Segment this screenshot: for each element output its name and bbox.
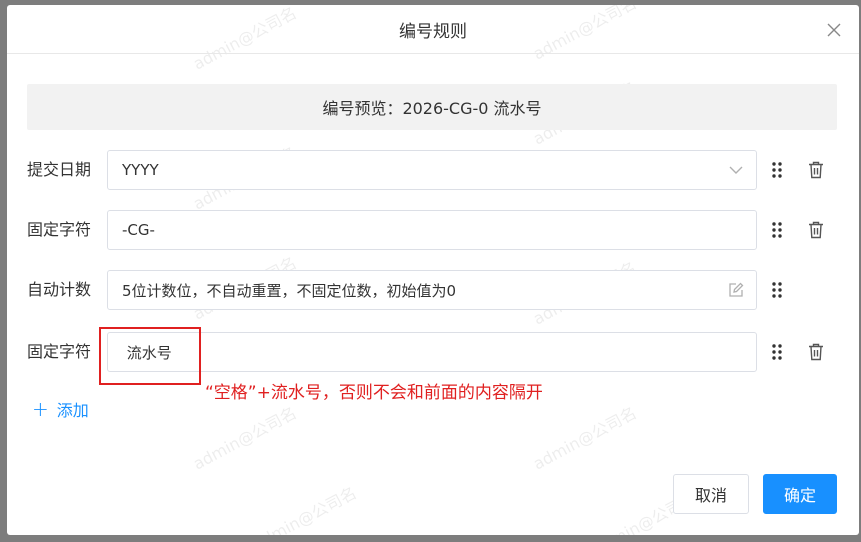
rule-label: 固定字符 (27, 220, 92, 239)
input-value: 流水号 (122, 343, 172, 362)
date-format-select[interactable]: YYYY (107, 150, 757, 190)
rule-row-fixed-char: 固定字符 -CG- (7, 210, 859, 250)
watermark: admin@公司名 (249, 483, 360, 535)
numbering-rule-dialog: admin@公司名 admin@公司名 admin@公司名 admin@公司名 … (7, 5, 859, 535)
rule-row-auto-count: 自动计数 5位计数位，不自动重置，不固定位数，初始值为0 (7, 270, 859, 310)
edit-icon[interactable] (716, 271, 756, 309)
watermark: admin@公司名 (189, 403, 300, 474)
field-value: 5位计数位，不自动重置，不固定位数，初始值为0 (122, 281, 457, 300)
drag-handle-icon[interactable] (767, 160, 787, 180)
plus-icon: + (32, 397, 49, 421)
rule-label: 固定字符 (27, 342, 92, 361)
add-rule-button[interactable]: + 添加 (32, 397, 89, 421)
cancel-button[interactable]: 取消 (673, 474, 749, 514)
delete-icon[interactable] (806, 220, 826, 240)
drag-handle-icon[interactable] (767, 342, 787, 362)
rule-row-submit-date: 提交日期 YYYY (7, 150, 859, 190)
rule-label: 自动计数 (27, 280, 92, 299)
drag-handle-icon[interactable] (767, 220, 787, 240)
numbering-preview: 编号预览：2026-CG-0 流水号 (27, 84, 837, 130)
annotation-highlight-box (99, 327, 201, 385)
delete-icon[interactable] (806, 160, 826, 180)
fixed-char-input[interactable]: -CG- (107, 210, 757, 250)
dialog-header: 编号规则 (7, 5, 859, 54)
rule-label: 提交日期 (27, 160, 92, 179)
annotation-note: “空格”+流水号，否则不会和前面的内容隔开 (205, 383, 543, 403)
drag-handle-icon[interactable] (767, 280, 787, 300)
add-rule-label: 添加 (56, 401, 89, 420)
close-icon[interactable] (827, 23, 841, 37)
confirm-button[interactable]: 确定 (763, 474, 837, 514)
fixed-char-input[interactable]: 流水号 (107, 332, 757, 372)
delete-icon[interactable] (806, 342, 826, 362)
auto-count-field[interactable]: 5位计数位，不自动重置，不固定位数，初始值为0 (107, 270, 757, 310)
watermark: admin@公司名 (529, 403, 640, 474)
input-value: -CG- (122, 221, 155, 239)
chevron-down-icon (716, 151, 756, 189)
select-value: YYYY (122, 161, 159, 179)
preview-text: 编号预览：2026-CG-0 流水号 (322, 99, 542, 118)
dialog-title: 编号规则 (399, 21, 467, 42)
